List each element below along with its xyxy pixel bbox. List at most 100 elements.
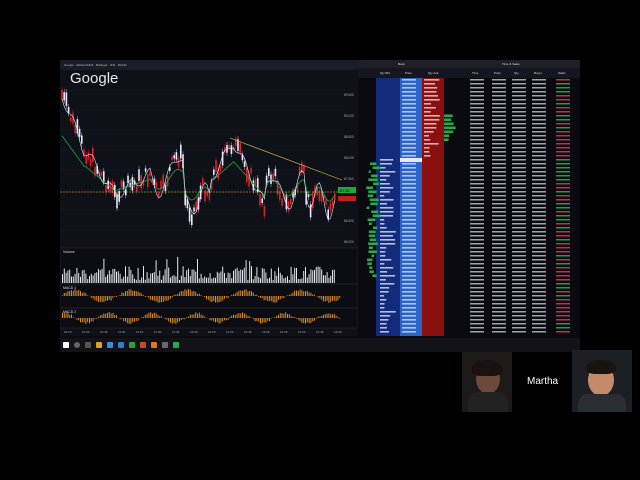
- ts-cell: [470, 171, 484, 173]
- order-book-window[interactable]: Book Qty Bid Price Qty Ask: [358, 60, 462, 336]
- ts-cell: [556, 319, 570, 321]
- chrome-icon[interactable]: [129, 342, 135, 348]
- ts-cell: [512, 139, 526, 141]
- ts-cell: [556, 163, 570, 165]
- indicator1-bar: [107, 296, 108, 301]
- store-icon[interactable]: [107, 342, 113, 348]
- indicator1-bar: [114, 296, 116, 297]
- indicator1-bar: [332, 296, 333, 301]
- indicator1-bar: [303, 291, 305, 296]
- ts-cell: [492, 159, 506, 161]
- candle-body: [268, 168, 270, 176]
- ts-cell: [492, 187, 506, 189]
- book-price-cell: [402, 123, 416, 125]
- indicator1-bar: [249, 290, 251, 296]
- task-view-icon[interactable]: [85, 342, 91, 348]
- book-canvas[interactable]: [358, 78, 462, 336]
- ts-cell: [492, 323, 506, 325]
- indicator1-bar: [143, 295, 144, 296]
- volume-bar: [265, 272, 267, 283]
- volume-bar: [245, 260, 247, 283]
- ts-cell: [512, 151, 526, 153]
- book-title-bar[interactable]: Book: [358, 60, 462, 68]
- indicator2-bar: [110, 313, 112, 318]
- start-icon[interactable]: [63, 342, 69, 348]
- indicator2-bar: [333, 313, 335, 318]
- ts-cell: [556, 307, 570, 309]
- ts-cell: [492, 103, 506, 105]
- ts-cell: [512, 179, 526, 181]
- volume-bar: [72, 276, 74, 283]
- bid-size-bar: [368, 222, 372, 225]
- search-icon[interactable]: [74, 342, 80, 348]
- indicator1-bar: [180, 291, 182, 296]
- chart-title-bar[interactable]: Google · Media Mobili · Bollinger · RSI …: [60, 60, 358, 70]
- indicator2-bar: [269, 318, 270, 322]
- ts-cell: [556, 267, 570, 269]
- ts-cell: [492, 155, 506, 157]
- ts-cell: [556, 295, 570, 297]
- indicator1-bar: [78, 290, 80, 296]
- candle-body: [63, 92, 65, 101]
- app-icon-4[interactable]: [173, 342, 179, 348]
- ts-cell: [492, 119, 506, 121]
- indicator1-bar: [126, 290, 128, 296]
- book-bid-cell: [380, 279, 386, 281]
- book-ask-cell: [424, 111, 431, 113]
- candle-body: [213, 169, 215, 175]
- chart-canvas[interactable]: 89.50089.00088.50088.00087.50087.00086.5…: [60, 70, 358, 336]
- volume-bar: [98, 268, 99, 283]
- indicator2-bar: [337, 316, 339, 318]
- ts-col-qty: Qty: [514, 71, 519, 75]
- indicator1-bar: [310, 292, 312, 296]
- ts-cell: [512, 259, 526, 261]
- edge-icon[interactable]: [118, 342, 124, 348]
- ts-cell: [556, 263, 570, 265]
- ts-cell: [556, 127, 570, 129]
- time-tick: 11:15: [136, 330, 144, 334]
- volume-bar: [195, 271, 197, 283]
- ask-size-bar: [444, 118, 452, 121]
- volume-bar: [141, 277, 143, 283]
- indicator1-bar: [152, 296, 153, 301]
- candle-body: [100, 172, 103, 177]
- volume-bar: [157, 275, 159, 283]
- volume-bar: [137, 267, 139, 283]
- indicator1-bar: [243, 289, 245, 296]
- indicator1-bar: [110, 296, 112, 301]
- book-price-cell: [402, 167, 416, 169]
- book-bid-cell: [380, 227, 387, 229]
- time-tick: 10:30: [82, 330, 90, 334]
- indicator2-bar: [287, 314, 288, 318]
- indicator2-bar: [103, 313, 105, 318]
- time-and-sales-window[interactable]: Time & Sales Time Price Qty Buyer Seller: [462, 60, 580, 336]
- chart-window[interactable]: Google · Media Mobili · Bollinger · RSI …: [60, 60, 359, 336]
- ts-title-bar[interactable]: Time & Sales: [462, 60, 580, 68]
- ts-cell: [512, 331, 526, 333]
- time-tick: 13:30: [298, 330, 306, 334]
- volume-bar: [310, 269, 312, 283]
- ts-cell: [556, 215, 570, 217]
- ts-cell: [470, 303, 484, 305]
- indicator1-bar: [128, 289, 130, 296]
- file-explorer-icon[interactable]: [96, 342, 102, 348]
- app-icon-2[interactable]: [151, 342, 157, 348]
- app-icon-3[interactable]: [162, 342, 168, 348]
- indicator2-bar: [242, 312, 243, 318]
- ts-cell: [512, 147, 526, 149]
- app-icon-1[interactable]: [140, 342, 146, 348]
- volume-bar: [290, 266, 292, 283]
- candle-body: [243, 161, 246, 167]
- indicator2-bar: [112, 313, 114, 318]
- ts-cell: [492, 179, 506, 181]
- ts-cell: [556, 191, 570, 193]
- book-ask-cell: [424, 107, 436, 109]
- candle-body: [147, 174, 149, 188]
- ts-cell: [532, 135, 546, 137]
- volume-bar: [211, 278, 213, 283]
- indicator1-bar: [103, 296, 105, 303]
- indicator1-bar: [281, 296, 283, 299]
- book-bid-cell: [380, 231, 396, 233]
- bid-size-bar: [369, 266, 373, 269]
- ts-canvas[interactable]: [462, 78, 580, 336]
